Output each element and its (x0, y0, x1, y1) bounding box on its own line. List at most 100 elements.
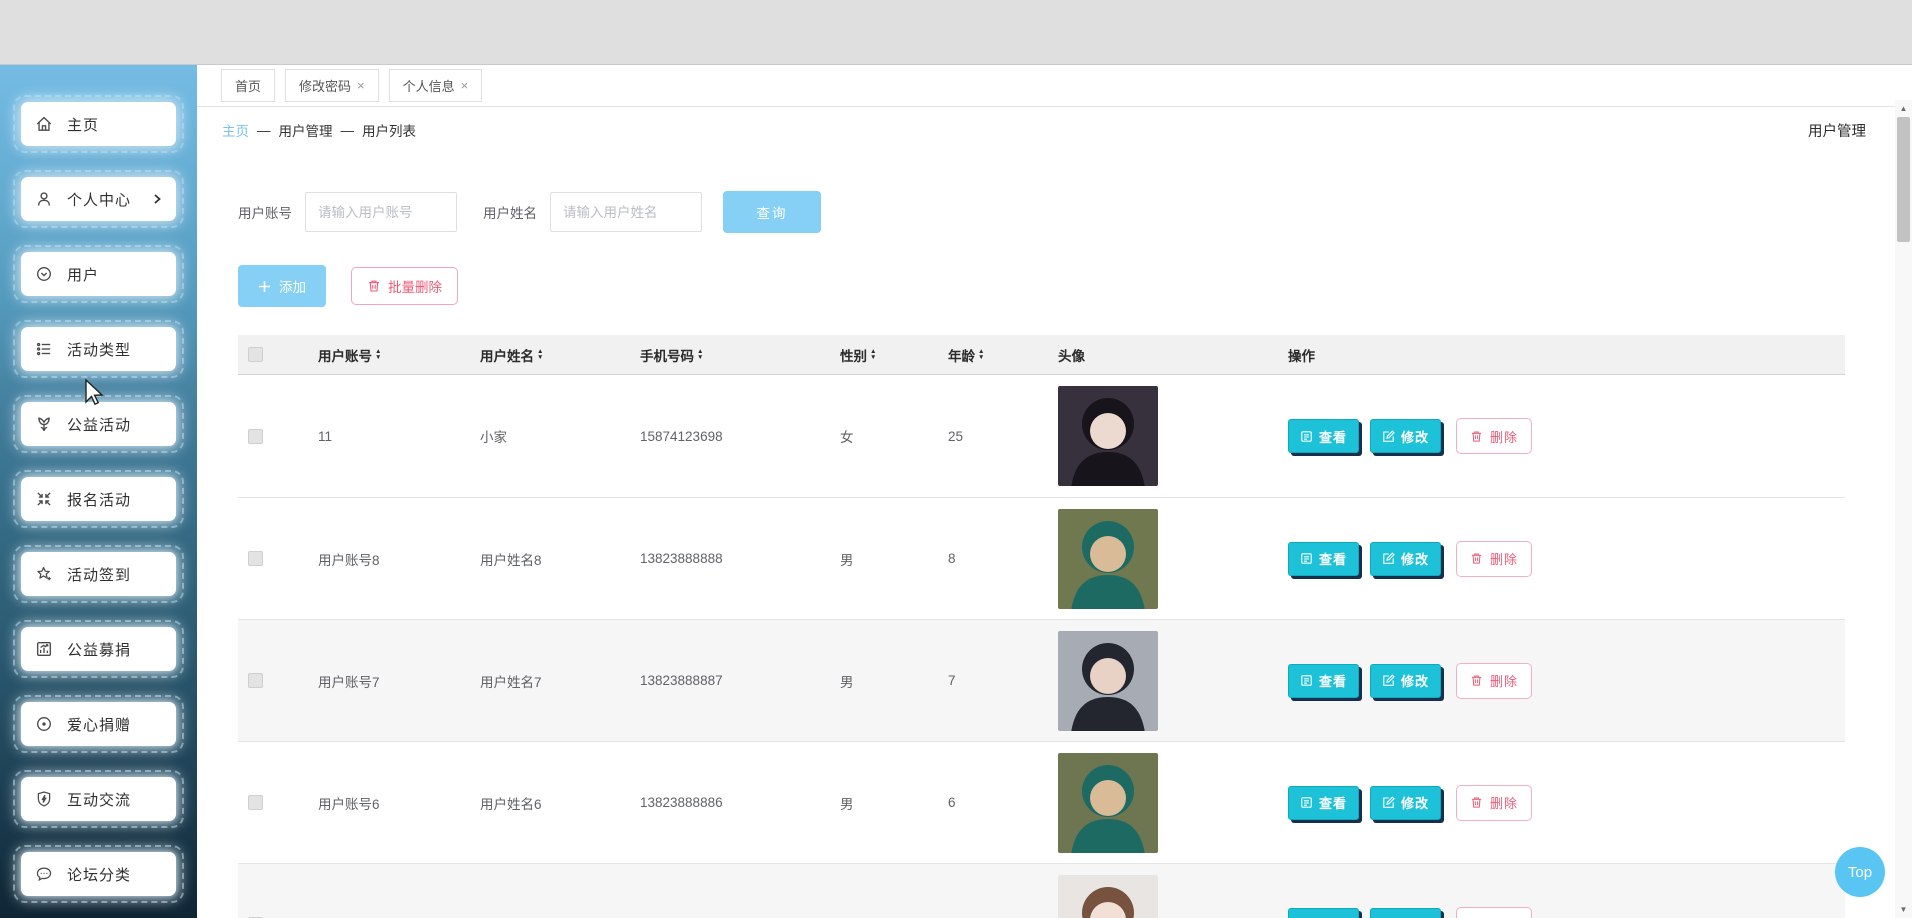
trash-icon (1471, 553, 1482, 564)
add-button-label: 添加 (279, 280, 306, 295)
sidebar-item-star-plus[interactable]: 活动签到 (13, 545, 184, 603)
document-icon (1301, 553, 1312, 564)
edit-button-label: 修改 (1401, 674, 1430, 689)
edit-button[interactable]: 修改 (1370, 541, 1442, 576)
column-header: 操作 (1288, 345, 1845, 365)
batch-delete-label: 批量删除 (388, 280, 442, 295)
sort-icon[interactable]: ▲ ▼ (697, 349, 703, 360)
back-to-top-button[interactable]: Top (1835, 847, 1885, 897)
view-button[interactable]: 查看 (1288, 419, 1360, 453)
document-icon (1301, 797, 1312, 808)
tab-label: 修改密码 (299, 79, 352, 94)
sort-icon[interactable]: ▲ ▼ (870, 349, 876, 360)
cell-gender: 男 (840, 674, 854, 690)
sidebar-item-chart-box[interactable]: 公益募捐 (13, 620, 184, 678)
trash-icon (369, 280, 379, 292)
view-button[interactable]: 查看 (1288, 785, 1360, 820)
plus-icon (259, 280, 270, 292)
row-checkbox[interactable] (248, 551, 263, 566)
name-input[interactable] (550, 192, 702, 232)
row-checkbox[interactable] (248, 673, 263, 688)
delete-button[interactable]: 删除 (1456, 662, 1533, 699)
dark-hair-woman-photo (1058, 386, 1158, 486)
tab-close-icon[interactable]: × (461, 79, 469, 92)
vertical-scrollbar[interactable]: ▲ ▼ (1895, 100, 1912, 918)
account-input[interactable] (305, 192, 457, 232)
toolbar: 添加 批量删除 (238, 265, 1862, 307)
delete-button[interactable]: 删除 (1456, 906, 1533, 918)
sidebar-item-circle-chevron[interactable]: 用户 (13, 245, 184, 303)
sidebar-item-label: 互动交流 (67, 791, 132, 809)
view-button[interactable]: 查看 (1288, 907, 1360, 918)
column-header-label: 性别 (840, 348, 867, 364)
query-button[interactable]: 查询 (723, 191, 821, 233)
tab[interactable]: 首页 (221, 69, 276, 102)
column-header: 用户姓名 ▲ ▼ (480, 345, 640, 365)
sidebar-item-flower[interactable]: 公益活动 (13, 395, 184, 453)
scrollbar-thumb[interactable] (1897, 117, 1910, 242)
cell-age: 6 (948, 795, 956, 810)
tab[interactable]: 修改密码 × (285, 69, 379, 102)
sidebar-item-label: 活动签到 (67, 566, 132, 584)
column-header-label: 年龄 (948, 348, 975, 364)
column-header: 年龄 ▲ ▼ (948, 345, 1058, 365)
sidebar-item-home[interactable]: 主页 (13, 95, 184, 153)
tab-close-icon[interactable]: × (357, 79, 365, 92)
circle-dot-icon (35, 715, 53, 733)
delete-button-label: 删除 (1490, 429, 1519, 445)
breadcrumb-separator: — (340, 122, 355, 138)
view-button-label: 查看 (1319, 552, 1348, 567)
sidebar-item-compress-arrows[interactable]: 报名活动 (13, 470, 184, 528)
edit-button-label: 修改 (1401, 429, 1430, 445)
row-checkbox[interactable] (248, 795, 263, 810)
teal-hair-man-sunglasses-photo (1058, 508, 1158, 609)
cell-account: 用户账号6 (318, 796, 380, 812)
cell-age: 7 (948, 673, 956, 688)
delete-button[interactable]: 删除 (1456, 418, 1533, 454)
brown-hair-woman-photo (1058, 874, 1158, 918)
delete-button[interactable]: 删除 (1456, 540, 1533, 577)
sidebar-item-list[interactable]: 活动类型 (13, 320, 184, 378)
breadcrumb-item[interactable]: 主页 (222, 120, 249, 140)
cell-phone: 15874123698 (640, 428, 723, 444)
view-button[interactable]: 查看 (1288, 663, 1360, 698)
cell-name: 用户姓名8 (480, 552, 542, 568)
row-checkbox[interactable] (248, 428, 263, 444)
circle-chevron-icon (35, 265, 53, 283)
edit-icon (1383, 674, 1395, 686)
edit-button[interactable]: 修改 (1370, 419, 1442, 453)
delete-button-label: 删除 (1490, 674, 1519, 689)
add-button[interactable]: 添加 (238, 265, 326, 307)
edit-button[interactable]: 修改 (1370, 907, 1442, 918)
sidebar: 主页 个人中心 用户 活动类型 公益活动 报名活动 活动签到 公益募捐 爱心捐赠… (0, 65, 197, 918)
sidebar-item-circle-dot[interactable]: 爱心捐赠 (13, 695, 184, 753)
edit-button[interactable]: 修改 (1370, 785, 1442, 820)
cell-account: 用户账号5 (318, 915, 480, 918)
select-all-checkbox[interactable] (248, 347, 263, 362)
sort-icon[interactable]: ▲ ▼ (978, 349, 984, 360)
sidebar-item-label: 爱心捐赠 (67, 716, 132, 734)
cell-phone: 13823888887 (640, 673, 723, 688)
scroll-up-button[interactable]: ▲ (1895, 100, 1912, 117)
cell-phone: 13823888888 (640, 551, 723, 566)
tab[interactable]: 个人信息 × (388, 69, 483, 102)
delete-button-label: 删除 (1490, 796, 1519, 811)
cell-name: 用户姓名5 (480, 915, 640, 918)
sort-icon[interactable]: ▲ ▼ (537, 349, 543, 360)
edit-button[interactable]: 修改 (1370, 663, 1442, 698)
table-header: 用户账号 ▲ ▼ 用户姓名 ▲ ▼ 手机号码 ▲ ▼ 性别 ▲ ▼ 年龄 ▲ ▼ 头像 操… (238, 335, 1845, 375)
column-header: 性别 ▲ ▼ (840, 345, 948, 365)
cell-name: 用户姓名6 (480, 796, 542, 812)
sidebar-item-label: 活动类型 (67, 341, 132, 359)
cell-age: 8 (948, 551, 956, 566)
sidebar-item-chat-dots[interactable]: 论坛分类 (13, 845, 184, 903)
sort-icon[interactable]: ▲ ▼ (375, 349, 381, 360)
sidebar-item-person[interactable]: 个人中心 (13, 170, 184, 228)
delete-button[interactable]: 删除 (1456, 784, 1533, 821)
sidebar-item-shield-bolt[interactable]: 互动交流 (13, 770, 184, 828)
batch-delete-button[interactable]: 批量删除 (351, 267, 458, 305)
scroll-down-button[interactable]: ▼ (1895, 901, 1912, 918)
view-button[interactable]: 查看 (1288, 541, 1360, 576)
column-header-label: 用户姓名 (480, 348, 534, 364)
user-table: 用户账号 ▲ ▼ 用户姓名 ▲ ▼ 手机号码 ▲ ▼ 性别 ▲ ▼ 年龄 ▲ ▼ 头像 操… (238, 335, 1845, 918)
